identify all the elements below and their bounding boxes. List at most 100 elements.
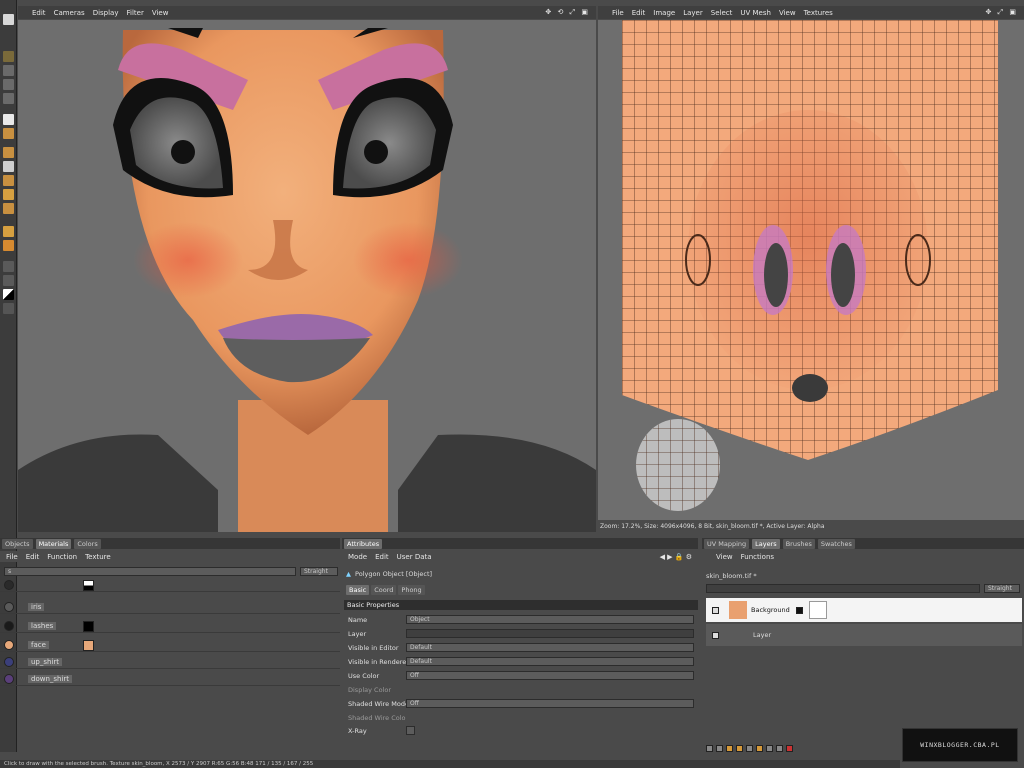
attr-shaded-wire-mode-label: Shaded Wire Mode <box>348 699 409 708</box>
attr-name-field[interactable]: Object <box>406 615 694 624</box>
watermark: WINXBLOGGER.CBA.PL <box>902 728 1018 762</box>
zoom-icon[interactable] <box>2 275 14 286</box>
material-row[interactable]: iris <box>0 601 340 614</box>
duplicate-layer-icon[interactable] <box>726 744 733 752</box>
right-menu-textures[interactable]: Textures <box>804 9 833 17</box>
layers-toolbar <box>706 742 886 754</box>
attr-visible-renderer-dropdown[interactable]: Default <box>406 657 694 666</box>
layers-blend-slider[interactable] <box>706 584 980 593</box>
uv-viewport-nav-icons[interactable]: ✥ ⤢ ▣ <box>985 8 1018 17</box>
left-menu-cameras[interactable]: Cameras <box>54 9 85 17</box>
layers-menubar: View Functions <box>702 551 1024 562</box>
layout-icon[interactable] <box>2 14 14 25</box>
left-menu-filter[interactable]: Filter <box>127 9 144 17</box>
lasso-icon[interactable] <box>2 79 14 90</box>
materials-menu-function[interactable]: Function <box>47 553 77 561</box>
merge-layer-icon[interactable] <box>736 744 743 752</box>
color-swatch-icon[interactable] <box>2 289 14 300</box>
right-menu-uvmesh[interactable]: UV Mesh <box>740 9 771 17</box>
attr-visible-editor-dropdown[interactable]: Default <box>406 643 694 652</box>
lock-icon[interactable] <box>766 744 773 752</box>
tab-attributes[interactable]: Attributes <box>344 538 383 549</box>
material-row[interactable]: face <box>0 639 340 652</box>
attr-shaded-wire-mode-dropdown[interactable]: Off <box>406 699 694 708</box>
materials-menu-texture[interactable]: Texture <box>85 553 111 561</box>
attr-layer-label: Layer <box>348 629 367 638</box>
3d-viewport[interactable] <box>18 20 596 532</box>
left-menu-edit[interactable]: Edit <box>32 9 46 17</box>
eraser-icon[interactable] <box>2 161 14 172</box>
right-menu-edit[interactable]: Edit <box>632 9 646 17</box>
eyedropper-icon[interactable] <box>2 261 14 272</box>
layer-row-layer[interactable]: Layer <box>706 624 1022 646</box>
pencil-icon[interactable] <box>2 147 14 158</box>
new-folder-icon[interactable] <box>716 744 723 752</box>
attr-display-color-field <box>406 685 694 694</box>
tab-swatches[interactable]: Swatches <box>817 538 855 549</box>
uv-viewport[interactable] <box>598 20 1024 520</box>
left-menu-view[interactable]: View <box>152 9 169 17</box>
magic-wand-icon[interactable] <box>2 93 14 104</box>
attr-layer-field[interactable] <box>406 629 694 638</box>
gradient-icon[interactable] <box>2 240 14 251</box>
tab-colors[interactable]: Colors <box>74 538 101 549</box>
reset-colors-icon[interactable] <box>2 303 14 314</box>
uv-status-text: Zoom: 17.2%, Size: 4096x4096, 8 Bit, ski… <box>600 523 825 530</box>
attr-use-color-dropdown[interactable]: Off <box>406 671 694 680</box>
right-menu-layer[interactable]: Layer <box>683 9 703 17</box>
right-menu-select[interactable]: Select <box>711 9 733 17</box>
attributes-menu-userdata[interactable]: User Data <box>397 553 432 561</box>
tab-uv-mapping[interactable]: UV Mapping <box>704 538 750 549</box>
right-menu-image[interactable]: Image <box>653 9 675 17</box>
layer-visibility-icon[interactable] <box>712 631 719 639</box>
select-rect-icon[interactable] <box>2 65 14 76</box>
layer-mask-icon <box>795 606 803 614</box>
basic-properties-header: Basic Properties <box>344 600 698 610</box>
layer-row-background[interactable]: Background <box>706 598 1022 622</box>
subtab-coord[interactable]: Coord <box>371 585 397 595</box>
delete-layer-icon[interactable] <box>786 744 793 752</box>
clone-icon[interactable] <box>2 189 14 200</box>
left-menu-display[interactable]: Display <box>93 9 119 17</box>
mask-icon[interactable] <box>746 744 753 752</box>
text-tool-icon[interactable] <box>2 226 14 237</box>
layers-menu-functions[interactable]: Functions <box>741 553 774 561</box>
material-row[interactable]: lashes <box>0 620 340 633</box>
fill-tool-icon[interactable] <box>2 128 14 139</box>
attr-display-color-label: Display Color <box>348 685 391 694</box>
layers-mode-dropdown[interactable]: Straight <box>984 584 1020 593</box>
adjust-icon[interactable] <box>756 744 763 752</box>
viewport-nav-icons[interactable]: ✥ ⟲ ⤢ ▣ <box>545 8 590 17</box>
material-swatch-icon <box>4 580 14 590</box>
subtab-basic[interactable]: Basic <box>346 585 370 595</box>
move-tool-icon[interactable] <box>2 51 14 62</box>
tab-layers[interactable]: Layers <box>752 538 780 549</box>
link-icon[interactable] <box>776 744 783 752</box>
brush-tool-icon[interactable] <box>2 114 14 125</box>
material-swatch-icon <box>4 674 14 684</box>
layer-visibility-icon[interactable] <box>712 606 719 614</box>
dodge-icon[interactable] <box>2 203 14 214</box>
new-layer-icon[interactable] <box>706 744 713 752</box>
attributes-menu-mode[interactable]: Mode <box>348 553 367 561</box>
smudge-icon[interactable] <box>2 175 14 186</box>
material-texture-thumb <box>83 620 94 632</box>
subtab-phong[interactable]: Phong <box>398 585 425 595</box>
tab-brushes[interactable]: Brushes <box>782 538 815 549</box>
layers-menu-view[interactable]: View <box>716 553 733 561</box>
material-row[interactable]: down_shirt <box>0 673 340 686</box>
attr-xray-checkbox[interactable] <box>406 726 415 735</box>
materials-menu-edit[interactable]: Edit <box>26 553 40 561</box>
tab-materials[interactable]: Materials <box>35 538 72 549</box>
materials-menu-file[interactable]: File <box>6 553 18 561</box>
material-row[interactable]: up_shirt <box>0 656 340 669</box>
materials-mode-dropdown[interactable]: Straight <box>300 567 338 576</box>
tab-objects[interactable]: Objects <box>2 538 33 549</box>
right-menu-view[interactable]: View <box>779 9 796 17</box>
attributes-nav-icons[interactable]: ◀ ▶ 🔒 ⚙ <box>660 553 692 561</box>
material-row[interactable] <box>0 579 340 592</box>
right-menu-file[interactable]: File <box>612 9 624 17</box>
materials-search-input[interactable]: s <box>4 567 296 576</box>
material-texture-thumb <box>83 639 94 651</box>
attributes-menu-edit[interactable]: Edit <box>375 553 389 561</box>
